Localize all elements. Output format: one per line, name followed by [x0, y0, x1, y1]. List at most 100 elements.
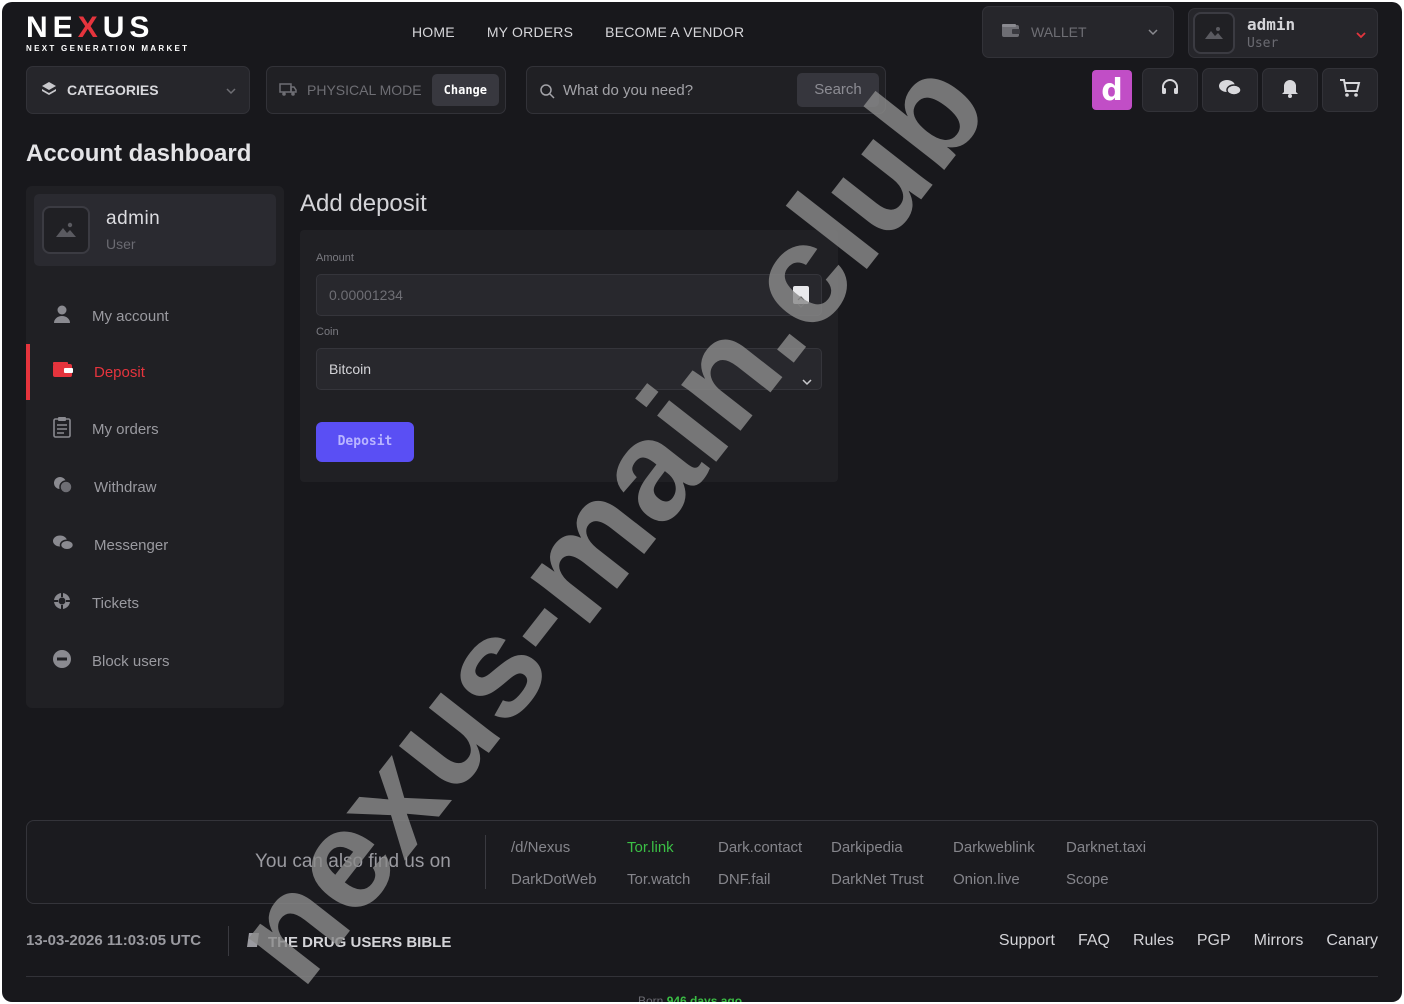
- wallet-label: WALLET: [1031, 24, 1087, 40]
- sidebar-item-messenger[interactable]: Messenger: [26, 517, 284, 573]
- coin-selected-value: Bitcoin: [329, 361, 372, 377]
- dread-link[interactable]: d: [1092, 70, 1132, 110]
- mirror-links-panel: You can also find us on /d/Nexus Tor.lin…: [26, 820, 1378, 904]
- chat-icon: [52, 534, 75, 556]
- mirror-link[interactable]: /d/Nexus: [511, 839, 570, 856]
- nav-home[interactable]: HOME: [412, 24, 455, 40]
- truck-icon: [279, 81, 297, 100]
- avatar: [1193, 12, 1235, 54]
- amount-placeholder: 0.00001234: [329, 287, 403, 303]
- sidebar-item-label: My orders: [92, 420, 159, 438]
- chevron-down-icon: [225, 84, 237, 100]
- bible-link[interactable]: THE DRUG USERS BIBLE: [246, 932, 451, 952]
- amount-label: Amount: [316, 252, 354, 264]
- find-us-text: You can also find us on: [255, 851, 451, 872]
- wallet-dropdown[interactable]: WALLET: [982, 6, 1174, 58]
- dread-letter: d: [1101, 72, 1123, 108]
- chat-icon: [1218, 78, 1242, 103]
- change-mode-button[interactable]: Change: [431, 74, 499, 106]
- deposit-button[interactable]: Deposit: [316, 422, 414, 462]
- sidebar-item-deposit[interactable]: Deposit: [26, 344, 284, 400]
- mirror-link[interactable]: Darknet.taxi: [1066, 839, 1146, 856]
- logo-wordmark: NEXUS: [26, 11, 155, 44]
- user-name: admin: [1247, 15, 1296, 34]
- book-icon: [246, 932, 260, 952]
- wallet-icon: [1001, 23, 1021, 42]
- categories-label: CATEGORIES: [67, 82, 159, 98]
- footer-nav: Support FAQ Rules PGP Mirrors Canary: [999, 932, 1378, 950]
- footer-link-faq[interactable]: FAQ: [1078, 932, 1110, 950]
- cart-icon: [1339, 78, 1361, 103]
- mirror-link[interactable]: DarkNet Trust: [831, 871, 924, 888]
- user-role: User: [1247, 36, 1279, 51]
- nav-become-vendor[interactable]: BECOME A VENDOR: [605, 24, 744, 40]
- search-bar: What do you need? Search: [526, 66, 886, 114]
- footer-link-support[interactable]: Support: [999, 932, 1055, 950]
- mirror-link[interactable]: Scope: [1066, 871, 1109, 888]
- sidebar-item-tickets[interactable]: Tickets: [26, 575, 284, 631]
- messages-button[interactable]: [1202, 68, 1258, 112]
- footer-link-pgp[interactable]: PGP: [1197, 932, 1231, 950]
- divider: [26, 976, 1378, 977]
- headset-icon: [1159, 77, 1181, 104]
- mode-switch: PHYSICAL MODE Change: [266, 66, 506, 114]
- search-icon: [539, 83, 555, 104]
- divider: [228, 926, 229, 956]
- nav-my-orders[interactable]: MY ORDERS: [487, 24, 573, 40]
- mirror-link[interactable]: Tor.link: [627, 839, 674, 856]
- number-stepper[interactable]: [793, 286, 809, 308]
- lifebuoy-icon: [52, 591, 72, 615]
- avatar: [42, 206, 90, 254]
- logo[interactable]: NEXUS NEXT GENERATION MARKET: [26, 11, 190, 54]
- mirror-link[interactable]: Onion.live: [953, 871, 1020, 888]
- page-title: Account dashboard: [26, 140, 252, 167]
- app-window: NEXUS NEXT GENERATION MARKET HOME MY ORD…: [2, 2, 1402, 1002]
- divider: [485, 835, 486, 889]
- mirror-link[interactable]: Tor.watch: [627, 871, 690, 888]
- coin-label: Coin: [316, 326, 339, 338]
- mode-label: PHYSICAL MODE: [307, 82, 422, 98]
- sidebar-user-role: User: [106, 236, 136, 252]
- support-button[interactable]: [1142, 68, 1198, 112]
- mirror-link[interactable]: Dark.contact: [718, 839, 802, 856]
- sidebar: admin User My account Deposit My orders …: [26, 186, 284, 708]
- sidebar-item-block-users[interactable]: Block users: [26, 633, 284, 689]
- block-icon: [52, 649, 72, 673]
- wallet-icon: [52, 361, 74, 383]
- footer-link-mirrors[interactable]: Mirrors: [1254, 932, 1304, 950]
- layers-icon: [41, 81, 57, 100]
- clipboard-icon: [52, 416, 72, 442]
- sidebar-item-label: Messenger: [94, 536, 169, 554]
- bible-label: THE DRUG USERS BIBLE: [268, 933, 452, 951]
- logo-tagline: NEXT GENERATION MARKET: [26, 44, 190, 53]
- cart-button[interactable]: [1322, 68, 1378, 112]
- mirror-link[interactable]: Darkweblink: [953, 839, 1035, 856]
- notifications-button[interactable]: [1262, 68, 1318, 112]
- user-icon: [52, 304, 72, 328]
- mirror-link[interactable]: DNF.fail: [718, 871, 771, 888]
- search-input[interactable]: What do you need?: [563, 82, 693, 99]
- mirror-link[interactable]: DarkDotWeb: [511, 871, 597, 888]
- coins-icon: [52, 475, 74, 499]
- sidebar-item-label: Block users: [92, 652, 170, 670]
- deposit-form: Amount 0.00001234 Coin Bitcoin Deposit: [300, 230, 838, 482]
- footer-link-rules[interactable]: Rules: [1133, 932, 1174, 950]
- sidebar-item-my-orders[interactable]: My orders: [26, 401, 284, 457]
- chevron-down-icon: [1355, 28, 1367, 46]
- mirror-link[interactable]: Darkipedia: [831, 839, 903, 856]
- search-button[interactable]: Search: [797, 73, 879, 107]
- chevron-down-icon: [801, 363, 813, 403]
- coin-select[interactable]: Bitcoin: [316, 348, 822, 390]
- sidebar-user-name: admin: [106, 208, 161, 229]
- user-menu[interactable]: admin User: [1188, 8, 1378, 58]
- sidebar-profile: admin User: [34, 194, 276, 266]
- footer-link-canary[interactable]: Canary: [1326, 932, 1378, 950]
- sidebar-item-my-account[interactable]: My account: [26, 288, 284, 344]
- sidebar-item-label: Deposit: [94, 363, 145, 381]
- sidebar-item-withdraw[interactable]: Withdraw: [26, 459, 284, 515]
- categories-dropdown[interactable]: CATEGORIES: [26, 66, 250, 114]
- amount-input[interactable]: 0.00001234: [316, 274, 822, 316]
- chevron-down-icon: [1147, 25, 1159, 41]
- sidebar-item-label: Withdraw: [94, 478, 157, 496]
- sidebar-item-label: My account: [92, 307, 169, 325]
